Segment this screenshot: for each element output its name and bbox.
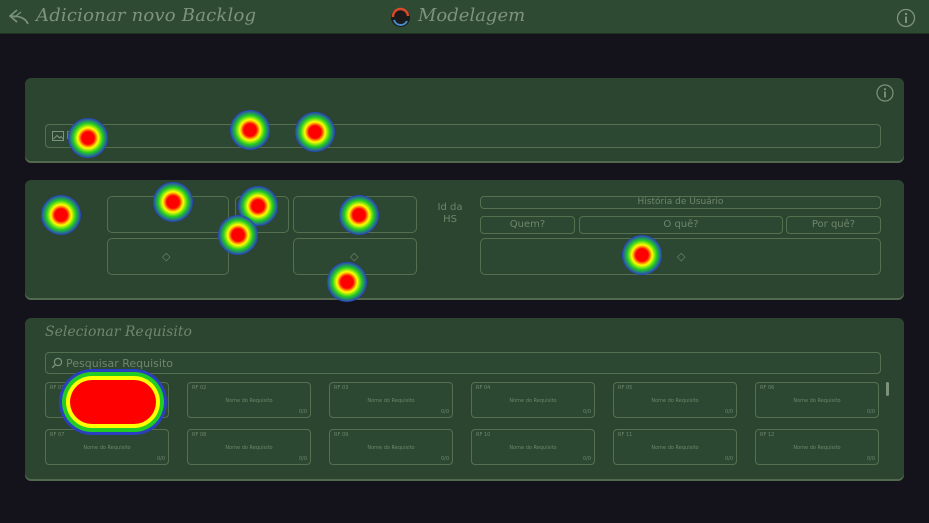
requirement-id: RF 06	[760, 385, 775, 391]
select-box-5[interactable]: ◇	[293, 238, 417, 275]
select-box-2[interactable]: ◇	[107, 238, 229, 275]
requirement-id: RF 01	[50, 385, 65, 391]
requirement-card[interactable]: RF 01 Nome do Requisito 0/0	[45, 382, 169, 418]
requirement-count: 0/0	[866, 409, 875, 415]
requirement-count: 0/0	[724, 409, 733, 415]
requirement-name: Nome do Requisito	[83, 398, 131, 404]
image-icon	[52, 131, 64, 141]
requirement-name: Nome do Requisito	[651, 398, 699, 404]
backlog-field-text: B	[66, 129, 74, 142]
requirement-id: RF 05	[618, 385, 633, 391]
top-bar: Adicionar novo Backlog Modelagem	[0, 0, 929, 34]
requirement-name: Nome do Requisito	[509, 398, 557, 404]
requirement-card[interactable]: RF 02 Nome do Requisito 0/0	[187, 382, 311, 418]
requirements-panel: Selecionar Requisito RF 01 Nome do Requis…	[25, 318, 904, 479]
requirement-count: 0/0	[724, 456, 733, 462]
what-field[interactable]: O quê?	[579, 216, 783, 234]
search-bar[interactable]	[45, 352, 881, 374]
select-box-4[interactable]	[293, 196, 417, 233]
backlog-name-field[interactable]: B	[45, 124, 881, 148]
requirement-id: RF 03	[334, 385, 349, 391]
requirements-title: Selecionar Requisito	[45, 324, 192, 340]
requirement-count: 0/0	[440, 409, 449, 415]
back-arrow-icon[interactable]	[8, 8, 30, 26]
requirement-card[interactable]: RF 06 Nome do Requisito 0/0	[755, 382, 879, 418]
user-story-panel: ◇ ◇ Id da HS História de Usuário Quem? O…	[25, 180, 904, 298]
info-icon[interactable]	[896, 8, 916, 28]
requirement-count: 0/0	[156, 456, 165, 462]
requirement-name: Nome do Requisito	[367, 398, 415, 404]
backlog-panel: B	[25, 78, 904, 161]
requirement-id: RF 09	[334, 432, 349, 438]
requirement-id: RF 12	[760, 432, 775, 438]
requirement-id: RF 04	[476, 385, 491, 391]
chevron-icon: ◇	[162, 250, 171, 263]
requirement-id: RF 10	[476, 432, 491, 438]
requirement-id: RF 07	[50, 432, 65, 438]
requirement-count: 0/0	[582, 409, 591, 415]
requirement-id: RF 08	[192, 432, 207, 438]
who-field[interactable]: Quem?	[480, 216, 575, 234]
select-box-3[interactable]	[235, 196, 289, 233]
scrollbar[interactable]	[886, 382, 890, 466]
requirement-id: RF 11	[618, 432, 633, 438]
requirement-name: Nome do Requisito	[83, 445, 131, 451]
page-title: Adicionar novo Backlog	[36, 5, 257, 26]
search-icon	[51, 357, 63, 369]
requirement-card[interactable]: RF 10 Nome do Requisito 0/0	[471, 429, 595, 465]
app-name: Modelagem	[418, 5, 526, 26]
requirement-card[interactable]: RF 04 Nome do Requisito 0/0	[471, 382, 595, 418]
requirement-name: Nome do Requisito	[225, 398, 273, 404]
requirement-name: Nome do Requisito	[509, 445, 557, 451]
hs-id-label: Id da HS	[437, 202, 463, 225]
chevron-icon: ◇	[350, 250, 359, 263]
requirement-count: 0/0	[156, 409, 165, 415]
requirement-card[interactable]: RF 11 Nome do Requisito 0/0	[613, 429, 737, 465]
requirement-name: Nome do Requisito	[225, 445, 273, 451]
requirement-card[interactable]: RF 09 Nome do Requisito 0/0	[329, 429, 453, 465]
requirement-count: 0/0	[582, 456, 591, 462]
requirement-count: 0/0	[298, 456, 307, 462]
requirement-count: 0/0	[298, 409, 307, 415]
app-logo-icon	[391, 7, 410, 27]
scroll-thumb[interactable]	[886, 382, 889, 396]
search-input[interactable]	[66, 354, 866, 372]
requirement-name: Nome do Requisito	[793, 445, 841, 451]
requirement-card[interactable]: RF 08 Nome do Requisito 0/0	[187, 429, 311, 465]
why-field[interactable]: Por quê?	[786, 216, 881, 234]
info-icon[interactable]	[876, 84, 894, 102]
requirement-card[interactable]: RF 12 Nome do Requisito 0/0	[755, 429, 879, 465]
requirement-name: Nome do Requisito	[651, 445, 699, 451]
requirement-count: 0/0	[866, 456, 875, 462]
select-box-1[interactable]	[107, 196, 229, 233]
requirement-id: RF 02	[192, 385, 207, 391]
user-story-header: História de Usuário	[480, 196, 881, 209]
requirement-count: 0/0	[440, 456, 449, 462]
requirement-card[interactable]: RF 03 Nome do Requisito 0/0	[329, 382, 453, 418]
requirement-card[interactable]: RF 07 Nome do Requisito 0/0	[45, 429, 169, 465]
requirement-name: Nome do Requisito	[367, 445, 415, 451]
chevron-icon: ◇	[677, 250, 686, 263]
requirement-card[interactable]: RF 05 Nome do Requisito 0/0	[613, 382, 737, 418]
requirement-name: Nome do Requisito	[793, 398, 841, 404]
user-story-select[interactable]: ◇	[480, 238, 881, 275]
